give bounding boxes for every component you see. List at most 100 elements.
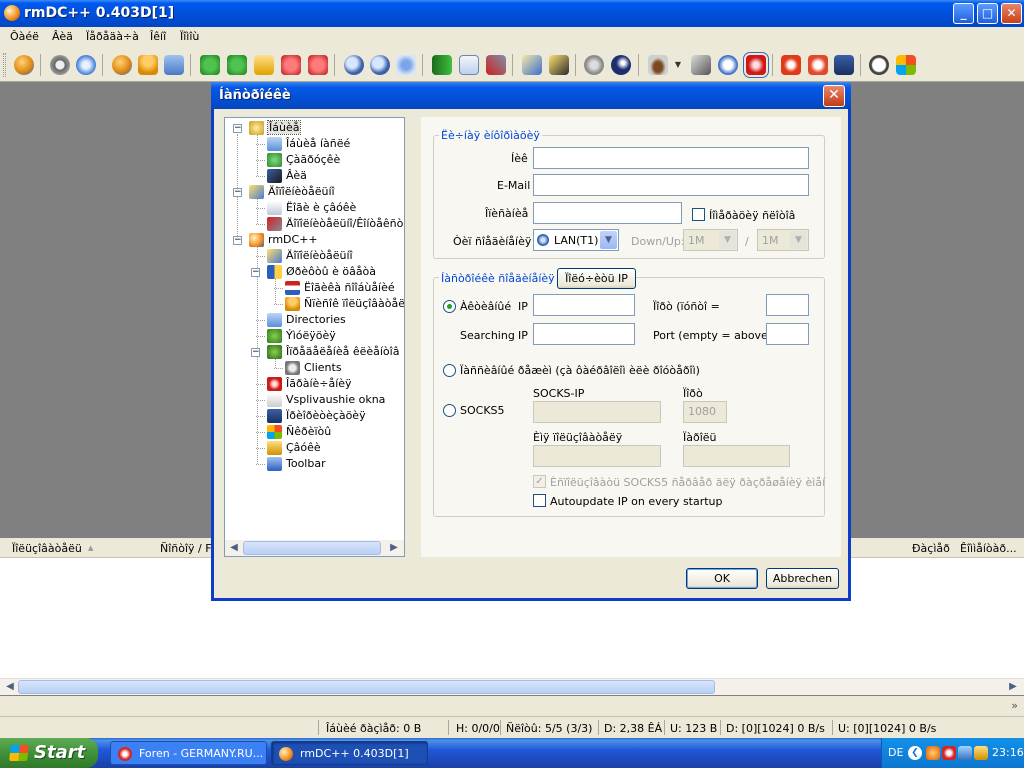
dropdown-icon[interactable]: ▼ <box>673 55 683 75</box>
down-speed-select[interactable]: 1M ▼ <box>683 229 738 251</box>
tree-expander-icon[interactable]: − <box>251 268 260 277</box>
volume-tray-icon[interactable] <box>974 746 988 760</box>
socks-port-input[interactable]: 1080 <box>683 401 727 423</box>
column-size[interactable]: Ðàçìåð <box>912 542 950 555</box>
edit-icon[interactable] <box>522 55 542 75</box>
favorite-users-icon[interactable] <box>138 55 158 75</box>
tree-scrollbar[interactable]: ◀ ▶ <box>225 540 404 556</box>
chevron-down-icon[interactable]: ▼ <box>600 231 617 249</box>
compass-icon[interactable] <box>76 55 96 75</box>
dialog-close-button[interactable]: ✕ <box>823 85 845 107</box>
public-hubs-icon[interactable] <box>112 55 132 75</box>
autoupdate-ip-checkbox[interactable] <box>533 494 546 507</box>
download-queue-icon[interactable] <box>200 55 220 75</box>
search-spy-icon[interactable] <box>370 55 390 75</box>
menu-transfers[interactable]: Ïåðåäà÷à <box>86 30 139 43</box>
menu-window[interactable]: Îêíî <box>150 30 166 43</box>
column-user[interactable]: Ïîëüçîâàòåëü <box>12 542 82 555</box>
socks-password-input[interactable] <box>683 445 790 467</box>
notepad-icon[interactable] <box>459 55 479 75</box>
horizontal-scrollbar[interactable]: ◀ ▶ <box>0 678 1024 695</box>
tree-expander-icon[interactable]: − <box>233 188 242 197</box>
search-icon[interactable] <box>344 55 364 75</box>
speed-icon[interactable] <box>718 55 738 75</box>
bandwidth-icon[interactable] <box>691 55 711 75</box>
clock-icon[interactable] <box>869 55 889 75</box>
scroll-left-icon[interactable]: ◀ <box>226 541 242 555</box>
advanced-icon <box>267 249 282 263</box>
column-comment[interactable]: Êîììåíòàð... <box>960 542 1017 555</box>
cup-icon[interactable] <box>648 55 668 75</box>
toolbar-grip[interactable] <box>3 53 6 77</box>
tree-expander-icon[interactable]: − <box>251 348 260 357</box>
opera-tray-icon[interactable] <box>942 746 956 760</box>
menu-help[interactable]: Ïîìîù <box>180 30 199 43</box>
colors-icon[interactable] <box>896 55 916 75</box>
passive-mode-radio[interactable] <box>443 364 456 377</box>
settings-tree[interactable]: − Îáùèå Îáùèå íàñëé Çàãðóçêè Âèä − Äîïîëíèòåëü… <box>224 117 405 557</box>
scroll-thumb[interactable] <box>243 541 381 555</box>
refresh-icon[interactable] <box>50 55 70 75</box>
network-stats-icon[interactable] <box>432 55 452 75</box>
tree-expander-icon[interactable]: − <box>233 236 242 245</box>
taskbar-item-browser[interactable]: Foren - GERMANY.RU... <box>110 741 267 765</box>
language-indicator[interactable]: DE <box>888 746 903 759</box>
maximize-button[interactable]: □ <box>977 3 998 24</box>
nick-input[interactable] <box>533 147 809 169</box>
media-icon[interactable] <box>611 55 631 75</box>
email-input[interactable] <box>533 174 809 196</box>
start-button[interactable]: Start <box>0 738 98 768</box>
scroll-thumb[interactable] <box>18 680 715 694</box>
upload-queue-icon[interactable] <box>254 55 274 75</box>
scroll-right-icon[interactable]: ▶ <box>1005 680 1021 694</box>
tree-item-label: Îïðåäåëåíèå êëèåíòîâ <box>286 345 400 358</box>
active-mode-radio[interactable] <box>443 300 456 313</box>
tree-expander-icon[interactable]: − <box>233 124 242 133</box>
taskbar-item-rmdc[interactable]: rmDC++ 0.403D[1] <box>271 741 428 765</box>
socks5-radio[interactable] <box>443 404 456 417</box>
start-label: Start <box>34 742 86 763</box>
socks-user-input[interactable] <box>533 445 661 467</box>
search-port-input[interactable] <box>766 323 809 345</box>
finished-downloads-icon[interactable] <box>227 55 247 75</box>
minimize-button[interactable]: _ <box>953 3 974 24</box>
clock[interactable]: 23:16 <box>992 746 1024 759</box>
tray-collapse-icon[interactable]: ❮ <box>908 746 922 760</box>
rmdc-tray-icon[interactable] <box>926 746 940 760</box>
network-tray-icon[interactable] <box>958 746 972 760</box>
adl-search-icon[interactable] <box>396 55 416 75</box>
globe-icon[interactable] <box>14 55 34 75</box>
chevron-icon[interactable]: » <box>1011 699 1018 712</box>
slot-numbering-checkbox[interactable] <box>692 208 705 221</box>
cancel-button[interactable]: Abbrechen <box>766 568 839 589</box>
search-ip-input[interactable] <box>533 323 635 345</box>
port-input[interactable] <box>766 294 809 316</box>
shutdown-icon[interactable] <box>808 55 828 75</box>
connection-type-select[interactable]: LAN(T1) ▼ <box>533 229 619 251</box>
ok-button[interactable]: OK <box>686 568 758 589</box>
scroll-left-icon[interactable]: ◀ <box>2 680 18 694</box>
stop-hand-icon[interactable] <box>743 52 769 78</box>
ip-input[interactable] <box>533 294 635 316</box>
description-input[interactable] <box>533 202 682 224</box>
fetch-ip-button[interactable]: Ïîëó÷èòü IP <box>557 268 636 289</box>
connection-type-value: LAN(T1) <box>554 234 599 247</box>
waiting-users-icon[interactable] <box>308 55 328 75</box>
menu-file[interactable]: Ôàéë <box>10 30 39 43</box>
finished-uploads-icon[interactable] <box>281 55 301 75</box>
socks-resolve-checkbox[interactable]: ✓ <box>533 475 546 488</box>
monitor-icon[interactable] <box>834 55 854 75</box>
scroll-right-icon[interactable]: ▶ <box>386 541 402 555</box>
settings-tools-icon[interactable] <box>486 55 506 75</box>
transfer-icon[interactable] <box>549 55 569 75</box>
menu-view[interactable]: Âèä <box>52 30 73 43</box>
power-icon[interactable] <box>781 55 801 75</box>
command-bar: » <box>0 696 1024 717</box>
up-speed-select[interactable]: 1M ▼ <box>757 229 809 251</box>
reconnect-icon[interactable] <box>164 55 184 75</box>
gear-icon[interactable] <box>584 55 604 75</box>
socks-ip-input[interactable] <box>533 401 661 423</box>
column-status[interactable]: Ñîñòîÿ / F <box>160 542 212 555</box>
close-button[interactable]: ✕ <box>1001 3 1022 24</box>
app-icon <box>279 747 293 761</box>
